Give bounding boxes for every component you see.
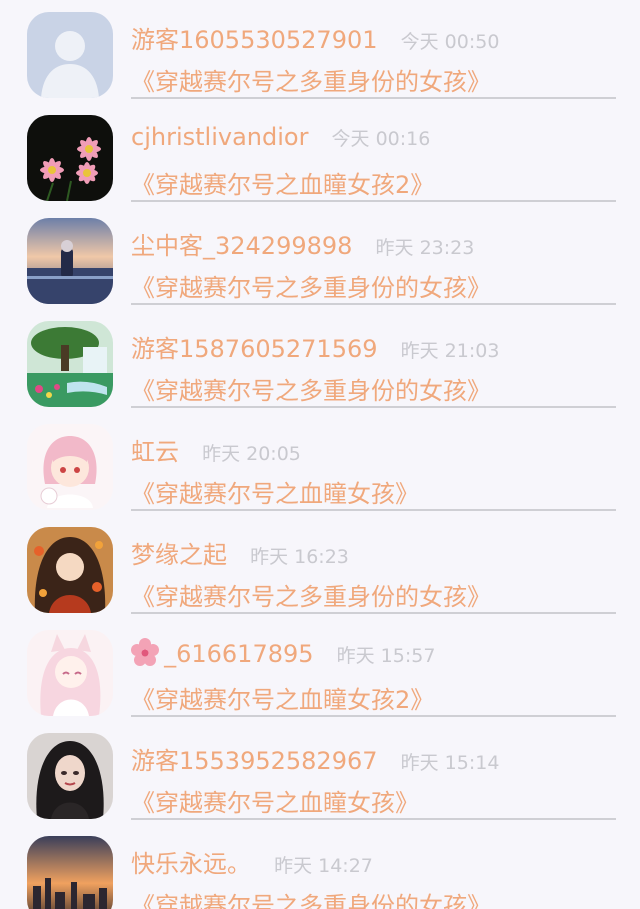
- nature-waterfall-icon: [27, 321, 113, 407]
- username[interactable]: 游客1605530527901: [131, 26, 378, 54]
- divider: [131, 818, 616, 820]
- autumn-anime-girl-icon: [27, 527, 113, 613]
- divider: [131, 97, 616, 99]
- avatar[interactable]: [27, 218, 113, 304]
- book-title-link[interactable]: 《穿越赛尔号之血瞳女孩》: [131, 474, 419, 509]
- username[interactable]: 快乐永远。: [131, 850, 251, 878]
- divider: [131, 715, 616, 717]
- list-item[interactable]: 快乐永远。 昨天 14:27 《穿越赛尔号之多重身份的女孩》: [0, 824, 640, 909]
- book-title-link[interactable]: 《穿越赛尔号之多重身份的女孩》: [131, 62, 491, 97]
- reader-list: 游客1605530527901 今天 00:50 《穿越赛尔号之多重身份的女孩》: [0, 0, 640, 909]
- anime-sky-icon: [27, 218, 113, 304]
- timestamp: 昨天 21:03: [400, 340, 500, 362]
- avatar[interactable]: [27, 115, 113, 201]
- timestamp: 昨天 15:14: [400, 752, 500, 774]
- avatar[interactable]: [27, 321, 113, 407]
- pink-daisies-icon: [27, 115, 113, 201]
- avatar[interactable]: [27, 733, 113, 819]
- timestamp: 昨天 16:23: [250, 546, 349, 568]
- avatar[interactable]: [27, 424, 113, 510]
- timestamp: 今天 00:16: [331, 128, 431, 150]
- chibi-pink-girl-icon: [27, 424, 113, 510]
- username[interactable]: 梦缘之起: [131, 541, 227, 569]
- book-title-link[interactable]: 《穿越赛尔号之血瞳女孩2》: [131, 680, 434, 715]
- avatar[interactable]: [27, 527, 113, 613]
- timestamp: 今天 00:50: [400, 31, 500, 53]
- city-sunset-icon: [27, 836, 113, 909]
- divider: [131, 509, 616, 511]
- book-title-link[interactable]: 《穿越赛尔号之血瞳女孩2》: [131, 165, 434, 200]
- username[interactable]: 游客1587605271569: [131, 335, 378, 363]
- divider: [131, 200, 616, 202]
- avatar[interactable]: [27, 836, 113, 909]
- book-title-link[interactable]: 《穿越赛尔号之多重身份的女孩》: [131, 268, 491, 303]
- avatar[interactable]: [27, 630, 113, 716]
- avatar[interactable]: [27, 12, 113, 98]
- default-person-icon: [27, 12, 113, 98]
- username[interactable]: cjhristlivandior: [131, 123, 308, 151]
- timestamp: 昨天 23:23: [375, 237, 475, 259]
- book-title-link[interactable]: 《穿越赛尔号之血瞳女孩》: [131, 783, 419, 818]
- book-title-link[interactable]: 《穿越赛尔号之多重身份的女孩》: [131, 886, 491, 909]
- list-item[interactable]: cjhristlivandior 今天 00:16 《穿越赛尔号之血瞳女孩2》: [0, 103, 640, 206]
- list-item[interactable]: 游客1553952582967 昨天 15:14 《穿越赛尔号之血瞳女孩》: [0, 721, 640, 824]
- white-fox-girl-icon: [27, 630, 113, 716]
- book-title-link[interactable]: 《穿越赛尔号之多重身份的女孩》: [131, 577, 491, 612]
- timestamp: 昨天 14:27: [274, 855, 373, 877]
- divider: [131, 406, 616, 408]
- dark-hair-portrait-icon: [27, 733, 113, 819]
- list-item[interactable]: 游客1587605271569 昨天 21:03 《穿越赛尔号之多重身份的女孩》: [0, 309, 640, 412]
- list-item[interactable]: 梦缘之起 昨天 16:23 《穿越赛尔号之多重身份的女孩》: [0, 515, 640, 618]
- username[interactable]: _616617895: [164, 640, 313, 668]
- username[interactable]: 虹云: [131, 438, 179, 466]
- timestamp: 昨天 20:05: [202, 443, 301, 465]
- list-item[interactable]: 尘中客_324299898 昨天 23:23 《穿越赛尔号之多重身份的女孩》: [0, 206, 640, 309]
- book-title-link[interactable]: 《穿越赛尔号之多重身份的女孩》: [131, 371, 491, 406]
- list-item[interactable]: 虹云 昨天 20:05 《穿越赛尔号之血瞳女孩》: [0, 412, 640, 515]
- timestamp: 昨天 15:57: [336, 645, 436, 667]
- divider: [131, 612, 616, 614]
- username[interactable]: 游客1553952582967: [131, 747, 378, 775]
- list-item[interactable]: 游客1605530527901 今天 00:50 《穿越赛尔号之多重身份的女孩》: [0, 0, 640, 103]
- divider: [131, 303, 616, 305]
- username[interactable]: 尘中客_324299898: [131, 232, 352, 260]
- list-item[interactable]: _616617895 昨天 15:57 《穿越赛尔号之血瞳女孩2》: [0, 618, 640, 721]
- cherry-blossom-icon: [131, 638, 159, 670]
